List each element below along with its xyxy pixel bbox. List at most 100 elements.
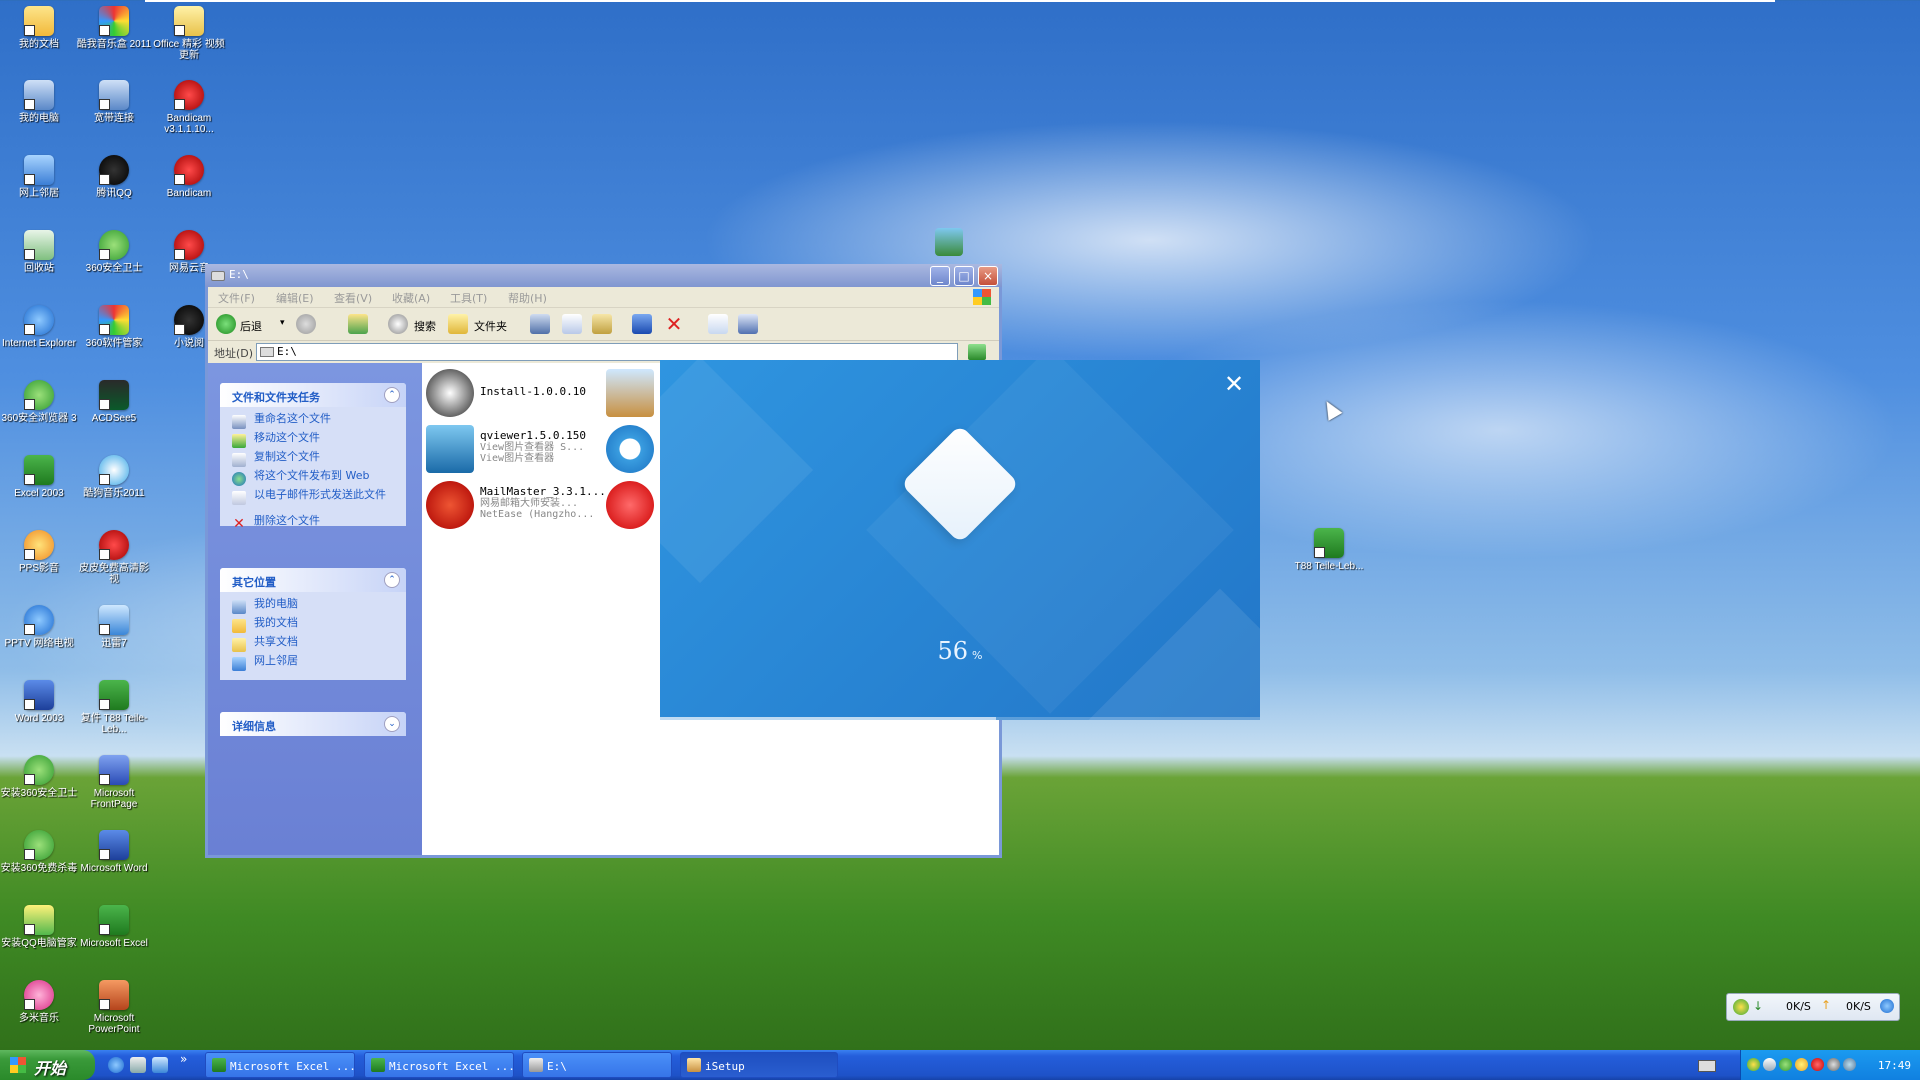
keyboard-icon[interactable] bbox=[1698, 1060, 1716, 1072]
desktop-icon-network-places[interactable]: 网上邻居 bbox=[0, 155, 78, 199]
desktop-icon-frontpage[interactable]: Microsoft FrontPage bbox=[75, 755, 153, 810]
undo-icon[interactable] bbox=[632, 314, 652, 334]
place-shared-documents[interactable]: 共享文档 bbox=[220, 636, 406, 655]
explorer-titlebar[interactable]: E:\ _ □ × bbox=[205, 264, 1002, 287]
desktop-icon-my-documents[interactable]: 我的文档 bbox=[0, 6, 78, 50]
ie-quicklaunch-icon[interactable] bbox=[108, 1057, 124, 1073]
cut-icon[interactable] bbox=[530, 314, 550, 334]
taskbar-button-explorer[interactable]: E:\ bbox=[522, 1052, 672, 1078]
desktop-icon-install-360-av[interactable]: 安装360免费杀毒 bbox=[0, 830, 78, 874]
desktop-icon-360-browser[interactable]: 360安全浏览器 3 bbox=[0, 380, 78, 424]
menu-help[interactable]: 帮助(H) bbox=[508, 290, 547, 306]
file-item[interactable]: Install-1.0.0.10 bbox=[422, 367, 622, 419]
properties-icon[interactable] bbox=[708, 314, 728, 334]
desktop-icon-excel-2003[interactable]: Excel 2003 bbox=[0, 455, 78, 499]
maximize-button[interactable]: □ bbox=[954, 266, 974, 286]
desktop-icon-pipi[interactable]: 皮皮免费高清影视 bbox=[75, 530, 153, 585]
desktop-icon-powerpoint[interactable]: Microsoft PowerPoint bbox=[75, 980, 153, 1035]
other-places-header[interactable]: 其它位置 ⌃ bbox=[220, 568, 406, 592]
taskbar-button-excel-2[interactable]: Microsoft Excel ... bbox=[364, 1052, 515, 1078]
360-tray-icon[interactable] bbox=[1747, 1058, 1760, 1071]
place-my-documents[interactable]: 我的文档 bbox=[220, 617, 406, 636]
winrar-books-icon[interactable] bbox=[935, 228, 963, 256]
search-icon[interactable] bbox=[388, 314, 408, 334]
browser-quicklaunch-icon[interactable] bbox=[152, 1057, 168, 1073]
desktop-icon-word-2003[interactable]: Word 2003 bbox=[0, 680, 78, 724]
go-arrow-icon[interactable] bbox=[968, 344, 986, 360]
desktop-icon-duomi[interactable]: 多米音乐 bbox=[0, 980, 78, 1024]
place-my-computer[interactable]: 我的电脑 bbox=[220, 598, 406, 617]
forward-arrow-icon[interactable] bbox=[296, 314, 316, 334]
network-speed-widget[interactable]: ↓ 0K/S ↑ 0K/S bbox=[1726, 993, 1900, 1021]
up-folder-icon[interactable] bbox=[348, 314, 368, 334]
desktop-icon-kuwo[interactable]: 酷我音乐盒 2011 bbox=[75, 6, 153, 50]
desktop-icon-recycle-bin[interactable]: 回收站 bbox=[0, 230, 78, 274]
folders-icon[interactable] bbox=[448, 314, 468, 334]
taskbar-button-excel-1[interactable]: Microsoft Excel ... bbox=[205, 1052, 356, 1078]
expand-chevron-icon[interactable]: ⌄ bbox=[384, 716, 400, 732]
desktop-icon-thunder[interactable]: 迅雷7 bbox=[75, 605, 153, 649]
quicklaunch-more-icon[interactable]: » bbox=[180, 1052, 187, 1066]
desktop-icon-ms-excel[interactable]: Microsoft Excel bbox=[75, 905, 153, 949]
menu-file[interactable]: 文件(F) bbox=[218, 290, 255, 306]
copy-icon[interactable] bbox=[562, 314, 582, 334]
task-copy[interactable]: 复制这个文件 bbox=[220, 451, 406, 470]
desktop-icon-t88[interactable]: T88 Teile-Leb... bbox=[1290, 528, 1368, 572]
desktop-quicklaunch-icon[interactable] bbox=[130, 1057, 146, 1073]
desktop-icon-360-software[interactable]: 360软件管家 bbox=[75, 305, 153, 349]
file-item[interactable]: qviewer1.5.0.150 View图片查看器 S... View图片查看… bbox=[422, 423, 622, 475]
desktop-icon-acdsee[interactable]: ACDSee5 bbox=[75, 380, 153, 424]
menu-tools[interactable]: 工具(T) bbox=[450, 290, 487, 306]
menu-view[interactable]: 查看(V) bbox=[334, 290, 372, 306]
search-button[interactable]: 搜索 bbox=[414, 318, 436, 334]
desktop-icon-ie[interactable]: Internet Explorer bbox=[0, 305, 78, 349]
monitor-tray-icon[interactable] bbox=[1763, 1058, 1776, 1071]
network-tray-icon[interactable] bbox=[1795, 1058, 1808, 1071]
desktop-icon-pptv[interactable]: PPTV 网络电视 bbox=[0, 605, 78, 649]
collapse-chevron-icon[interactable]: ⌃ bbox=[384, 572, 400, 588]
frontpage-icon bbox=[99, 755, 129, 785]
task-email[interactable]: 以电子邮件形式发送此文件 bbox=[220, 489, 406, 515]
desktop-icon-my-computer[interactable]: 我的电脑 bbox=[0, 80, 78, 124]
menu-favorites[interactable]: 收藏(A) bbox=[392, 290, 430, 306]
desktop-icon-broadband[interactable]: 宽带连接 bbox=[75, 80, 153, 124]
task-delete[interactable]: ✕ 删除这个文件 bbox=[220, 515, 406, 534]
views-icon[interactable] bbox=[738, 314, 758, 334]
file-tasks-header[interactable]: 文件和文件夹任务 ⌃ bbox=[220, 383, 406, 407]
desktop-icon-kugou[interactable]: 酷狗音乐2011 bbox=[75, 455, 153, 499]
back-arrow-icon[interactable] bbox=[216, 314, 236, 334]
back-dropdown-icon[interactable]: ▾ bbox=[280, 318, 285, 328]
task-publish-web[interactable]: 将这个文件发布到 Web bbox=[220, 470, 406, 489]
plus-tray-icon[interactable] bbox=[1779, 1058, 1792, 1071]
close-x-tray-icon[interactable] bbox=[1811, 1058, 1824, 1071]
task-rename[interactable]: 重命名这个文件 bbox=[220, 413, 406, 432]
address-input[interactable]: E:\ bbox=[256, 343, 958, 361]
desktop-icon-bandicam-setup[interactable]: Bandicam v3.1.1.10... bbox=[150, 80, 228, 135]
task-move[interactable]: 移动这个文件 bbox=[220, 432, 406, 451]
file-item[interactable]: MailMaster_3.3.1... 网易邮箱大师安装... NetEase … bbox=[422, 479, 622, 531]
desktop-icon-t88-copy[interactable]: 复件 T88 Teile-Leb... bbox=[75, 680, 153, 735]
volume-tray-icon[interactable] bbox=[1827, 1058, 1840, 1071]
desktop-icon-qq-pc-manager[interactable]: 安装QQ电脑管家 bbox=[0, 905, 78, 949]
back-button[interactable]: 后退 bbox=[240, 318, 262, 334]
minimize-button[interactable]: _ bbox=[930, 266, 950, 286]
desktop-icon-360-safe[interactable]: 360安全卫士 bbox=[75, 230, 153, 274]
place-network[interactable]: 网上邻居 bbox=[220, 655, 406, 674]
desktop-icon-office-video[interactable]: Office 精彩 视频更新 bbox=[150, 6, 228, 61]
desktop-icon-pps[interactable]: PPS影音 bbox=[0, 530, 78, 574]
details-header[interactable]: 详细信息 ⌄ bbox=[220, 712, 406, 736]
menu-edit[interactable]: 编辑(E) bbox=[276, 290, 314, 306]
taskbar-button-isetup[interactable]: iSetup bbox=[680, 1052, 838, 1078]
security-tray-icon[interactable] bbox=[1843, 1058, 1856, 1071]
delete-icon[interactable]: ✕ bbox=[664, 314, 684, 334]
folders-button[interactable]: 文件夹 bbox=[474, 318, 507, 334]
installer-close-icon[interactable]: ✕ bbox=[1222, 372, 1246, 396]
desktop-icon-install-360[interactable]: 安装360安全卫士 bbox=[0, 755, 78, 799]
close-button[interactable]: × bbox=[978, 266, 998, 286]
desktop-icon-qq[interactable]: 腾讯QQ bbox=[75, 155, 153, 199]
collapse-chevron-icon[interactable]: ⌃ bbox=[384, 387, 400, 403]
desktop-icon-bandicam[interactable]: Bandicam bbox=[150, 155, 228, 199]
desktop-icon-ms-word[interactable]: Microsoft Word bbox=[75, 830, 153, 874]
start-button[interactable]: 开始 bbox=[0, 1050, 95, 1080]
paste-icon[interactable] bbox=[592, 314, 612, 334]
